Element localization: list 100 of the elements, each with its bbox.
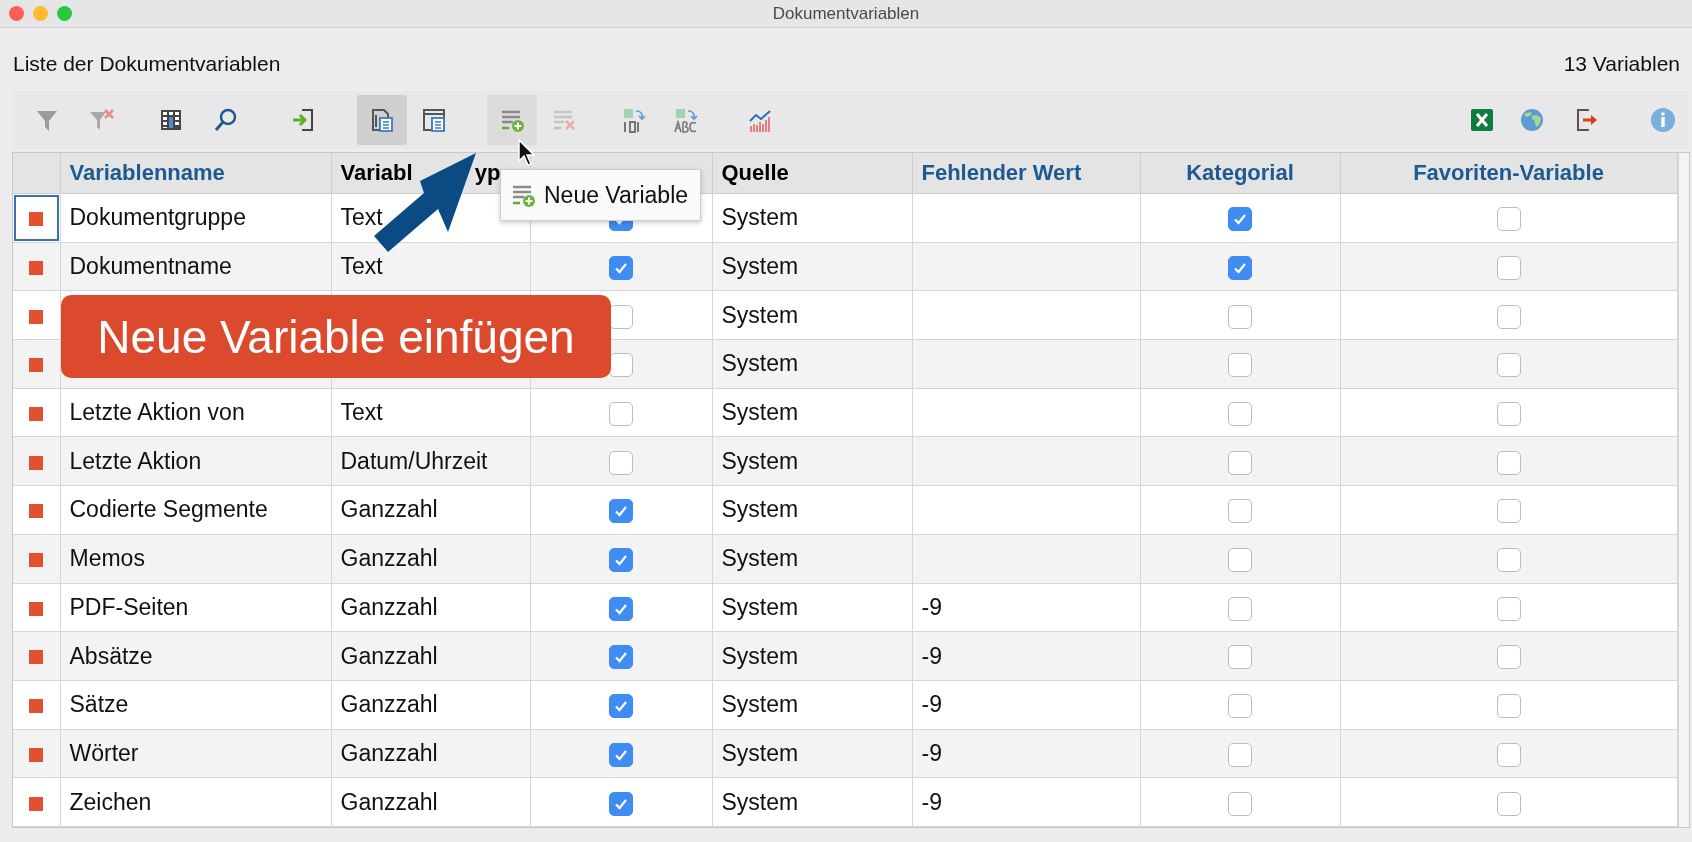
- checkbox[interactable]: [609, 694, 633, 719]
- checkbox[interactable]: [1228, 694, 1252, 719]
- table-icon: [158, 107, 184, 133]
- table-cell: Datum/Uhrzeit: [340, 447, 488, 474]
- info-icon: [1650, 107, 1676, 133]
- checkbox[interactable]: [609, 791, 633, 816]
- globe-icon: [1519, 107, 1545, 133]
- toolbar-button[interactable]: [357, 95, 407, 145]
- table-cell: System: [721, 399, 799, 426]
- column-header-text[interactable]: yp: [474, 160, 501, 185]
- checkbox[interactable]: [1496, 207, 1521, 232]
- table-cell: System: [721, 593, 799, 620]
- checkbox[interactable]: [609, 353, 633, 378]
- column-header[interactable]: Favoriten-Variable: [1340, 153, 1677, 194]
- checkbox[interactable]: [609, 450, 633, 475]
- table-cell: System: [721, 496, 799, 523]
- table-cell: -9: [921, 593, 942, 620]
- table-cell: System: [721, 301, 799, 328]
- checkbox[interactable]: [1228, 304, 1252, 329]
- square-icon: [29, 504, 44, 519]
- column-header-text[interactable]: Variabl: [340, 160, 413, 185]
- column-header[interactable]: Quelle: [712, 153, 912, 194]
- checkbox[interactable]: [609, 255, 633, 280]
- table-cell: -9: [921, 642, 942, 669]
- close-button[interactable]: [9, 6, 24, 21]
- checkbox[interactable]: [1228, 353, 1252, 378]
- table-cell: Dokumentgruppe: [69, 204, 246, 231]
- table-cell: Text: [340, 399, 383, 426]
- row-marker[interactable]: [13, 680, 60, 730]
- row-marker[interactable]: [13, 339, 60, 389]
- table-cell: System: [721, 691, 799, 718]
- checkbox[interactable]: [1496, 402, 1521, 426]
- table-cell: -9: [921, 691, 942, 718]
- row-marker[interactable]: [13, 242, 60, 291]
- row-marker[interactable]: [13, 777, 60, 827]
- checkbox[interactable]: [1228, 402, 1252, 426]
- checkbox[interactable]: [1496, 255, 1521, 280]
- minimize-button[interactable]: [33, 6, 48, 21]
- table-cell: Ganzzahl: [340, 788, 438, 815]
- checkbox[interactable]: [609, 596, 633, 621]
- row-marker[interactable]: [13, 729, 60, 778]
- checkbox[interactable]: [1228, 548, 1252, 573]
- checkbox[interactable]: [609, 499, 633, 524]
- checkbox[interactable]: [1228, 207, 1252, 232]
- table-cell: Ganzzahl: [340, 593, 438, 620]
- square-icon: [29, 309, 44, 324]
- row-marker[interactable]: [13, 631, 60, 681]
- checkbox[interactable]: [1496, 353, 1521, 378]
- checkbox[interactable]: [1496, 499, 1521, 524]
- checkbox[interactable]: [1496, 450, 1521, 475]
- table-cell: Memos: [69, 545, 145, 572]
- checkbox[interactable]: [1496, 645, 1521, 670]
- checkbox[interactable]: [1496, 548, 1521, 573]
- column-header[interactable]: Variablenname: [60, 153, 331, 194]
- checkbox[interactable]: [1496, 694, 1521, 719]
- row-marker[interactable]: [13, 388, 60, 437]
- row-marker[interactable]: [13, 436, 60, 486]
- checkbox[interactable]: [1228, 742, 1252, 767]
- checkbox[interactable]: [609, 402, 633, 426]
- checkbox[interactable]: [1228, 645, 1252, 670]
- checkbox[interactable]: [1228, 255, 1252, 280]
- checkbox[interactable]: [1496, 742, 1521, 767]
- document-list-icon: [369, 107, 395, 133]
- row-marker[interactable]: [13, 534, 60, 583]
- row-marker[interactable]: [13, 290, 60, 340]
- checkbox[interactable]: [1496, 791, 1521, 816]
- square-icon: [29, 212, 44, 227]
- checkbox[interactable]: [609, 548, 633, 573]
- square-icon: [29, 747, 44, 762]
- convert-text-icon: [673, 107, 699, 133]
- table-cell: Ganzzahl: [340, 496, 438, 523]
- zoom-button[interactable]: [57, 6, 72, 21]
- table-cell: Ganzzahl: [340, 691, 438, 718]
- square-icon: [29, 553, 44, 568]
- callout-label: Neue Variable einfügen: [61, 295, 611, 378]
- table-cell: System: [721, 350, 799, 377]
- chart-icon: [747, 107, 773, 133]
- convert-number-icon: [621, 107, 647, 133]
- row-marker[interactable]: [13, 583, 60, 632]
- checkbox[interactable]: [1496, 304, 1521, 329]
- square-icon: [29, 358, 44, 373]
- search-icon: [213, 107, 239, 133]
- checkbox[interactable]: [1228, 499, 1252, 524]
- table-cell: Letzte Aktion von: [69, 399, 245, 426]
- column-header[interactable]: Kategorial: [1140, 153, 1340, 194]
- row-marker[interactable]: [13, 485, 60, 535]
- checkbox[interactable]: [1496, 596, 1521, 621]
- checkbox[interactable]: [609, 742, 633, 767]
- row-marker[interactable]: [13, 193, 60, 243]
- variable-count: 13 Variablen: [1563, 51, 1680, 76]
- checkbox[interactable]: [1228, 596, 1252, 621]
- table-cell: Text: [340, 204, 383, 231]
- checkbox[interactable]: [609, 304, 633, 329]
- import-icon: [290, 107, 316, 133]
- checkbox[interactable]: [609, 645, 633, 670]
- checkbox[interactable]: [1228, 791, 1252, 816]
- checkbox[interactable]: [1228, 450, 1252, 475]
- square-icon: [29, 796, 44, 811]
- list-title: Liste der Dokumentvariablen: [13, 51, 281, 76]
- column-header[interactable]: Fehlender Wert: [912, 153, 1140, 194]
